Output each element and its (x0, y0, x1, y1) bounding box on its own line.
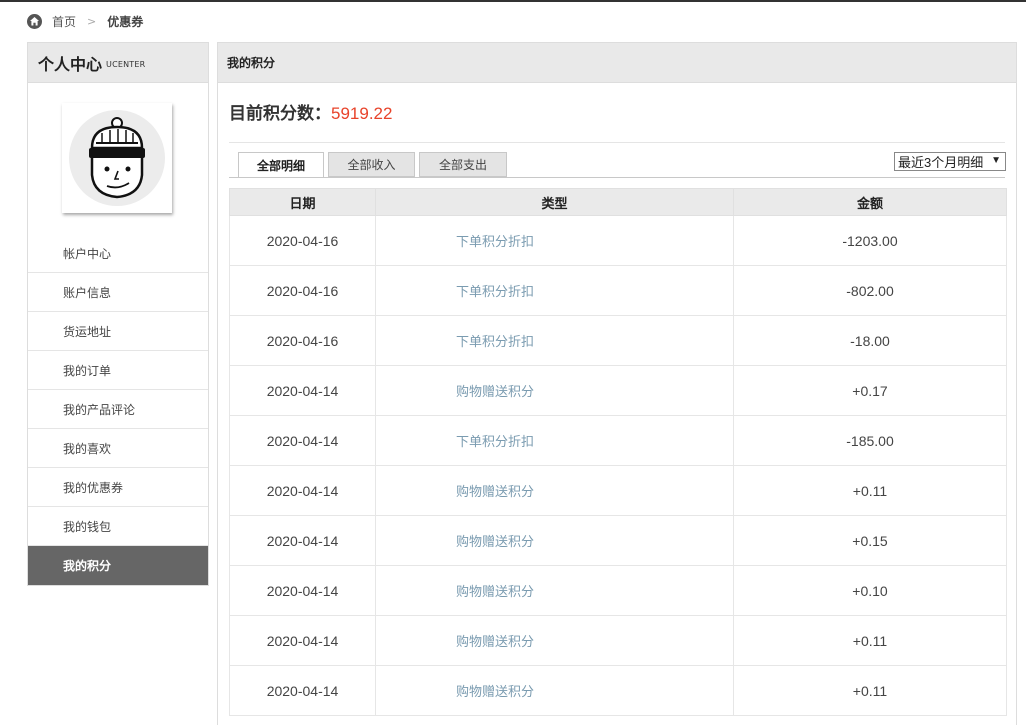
period-select-value: 最近3个月明细 (898, 155, 984, 170)
row-date: 2020-04-14 (229, 565, 376, 616)
row-date: 2020-04-14 (229, 415, 376, 466)
row-amount: -185.00 (733, 415, 1007, 466)
period-select[interactable]: 最近3个月明细 ▼ (894, 152, 1006, 171)
row-date: 2020-04-14 (229, 665, 376, 716)
row-type: 购物赠送积分 (375, 665, 734, 716)
points-summary: 目前积分数：5919.22 (229, 99, 392, 124)
sidebar-item-my-likes[interactable]: 我的喜欢 (28, 429, 208, 468)
row-date: 2020-04-14 (229, 365, 376, 416)
row-amount: +0.11 (733, 665, 1007, 716)
row-type: 购物赠送积分 (375, 465, 734, 516)
row-amount: -1203.00 (733, 215, 1007, 266)
sidebar-item-account-center[interactable]: 帐户中心 (28, 235, 208, 273)
row-amount: +0.10 (733, 565, 1007, 616)
row-type: 下单积分折扣 (375, 415, 734, 466)
table-row: 2020-04-16 下单积分折扣 -1203.00 (229, 215, 1007, 266)
row-date: 2020-04-16 (229, 215, 376, 266)
row-type: 下单积分折扣 (375, 315, 734, 366)
table-header-row: 日期 类型 金额 (229, 188, 1007, 216)
table-row: 2020-04-16 下单积分折扣 -802.00 (229, 265, 1007, 316)
table-row: 2020-04-14 购物赠送积分 +0.10 (229, 565, 1007, 616)
row-type: 下单积分折扣 (375, 265, 734, 316)
main-panel: 我的积分 目前积分数：5919.22 全部明细 全部收入 全部支出 最近3个月明… (217, 42, 1017, 725)
sidebar-title: 个人中心 (38, 54, 103, 74)
breadcrumb: 首页 > 优惠券 (27, 12, 143, 30)
table-body: 2020-04-16 下单积分折扣 -1203.00 2020-04-16 下单积分折扣… (229, 215, 1007, 716)
table-row: 2020-04-16 下单积分折扣 -18.00 (229, 315, 1007, 366)
row-amount: -802.00 (733, 265, 1007, 316)
row-amount: +0.17 (733, 365, 1007, 416)
row-date: 2020-04-14 (229, 615, 376, 666)
column-header-date: 日期 (229, 188, 376, 216)
sidebar-item-my-points[interactable]: 我的积分 (28, 546, 208, 585)
row-date: 2020-04-16 (229, 265, 376, 316)
avatar[interactable] (62, 103, 172, 213)
row-date: 2020-04-14 (229, 515, 376, 566)
points-label: 目前积分数： (229, 104, 331, 124)
sidebar-item-my-reviews[interactable]: 我的产品评论 (28, 390, 208, 429)
row-type: 购物赠送积分 (375, 515, 734, 566)
table-row: 2020-04-14 购物赠送积分 +0.11 (229, 615, 1007, 666)
row-type: 购物赠送积分 (375, 365, 734, 416)
row-amount: -18.00 (733, 315, 1007, 366)
row-type: 下单积分折扣 (375, 215, 734, 266)
main-header: 我的积分 (218, 43, 1016, 83)
sidebar: 个人中心 UCENTER 帐户中心 账户信息 货运地址 我的订单 我的产品评论 … (27, 42, 209, 586)
table-row: 2020-04-14 购物赠送积分 +0.11 (229, 665, 1007, 716)
table-row: 2020-04-14 下单积分折扣 -185.00 (229, 415, 1007, 466)
row-type: 购物赠送积分 (375, 615, 734, 666)
sidebar-header: 个人中心 UCENTER (28, 43, 208, 83)
row-date: 2020-04-16 (229, 315, 376, 366)
tab-all-expense[interactable]: 全部支出 (419, 152, 507, 177)
breadcrumb-home-link[interactable]: 首页 (52, 13, 76, 30)
sidebar-menu: 帐户中心 账户信息 货运地址 我的订单 我的产品评论 我的喜欢 我的优惠券 我的… (28, 235, 208, 585)
tab-all-income[interactable]: 全部收入 (328, 152, 415, 177)
row-amount: +0.11 (733, 465, 1007, 516)
sidebar-item-my-orders[interactable]: 我的订单 (28, 351, 208, 390)
row-date: 2020-04-14 (229, 465, 376, 516)
sidebar-subtitle: UCENTER (106, 60, 146, 69)
row-amount: +0.15 (733, 515, 1007, 566)
breadcrumb-separator: > (87, 14, 97, 28)
avatar-face-icon (69, 110, 165, 206)
sidebar-item-my-wallet[interactable]: 我的钱包 (28, 507, 208, 546)
caret-down-icon: ▼ (991, 155, 1001, 166)
home-icon[interactable] (27, 13, 42, 29)
tabs-underline (229, 177, 1005, 178)
tab-all-details[interactable]: 全部明细 (238, 152, 324, 178)
row-type: 购物赠送积分 (375, 565, 734, 616)
table-row: 2020-04-14 购物赠送积分 +0.11 (229, 465, 1007, 516)
sidebar-item-shipping-address[interactable]: 货运地址 (28, 312, 208, 351)
table-row: 2020-04-14 购物赠送积分 +0.15 (229, 515, 1007, 566)
points-table: 日期 类型 金额 2020-04-16 下单积分折扣 -1203.00 2020-04… (229, 188, 1007, 716)
points-value: 5919.22 (331, 104, 393, 123)
column-header-type: 类型 (375, 188, 734, 216)
column-header-amount: 金额 (733, 188, 1007, 216)
tab-bar: 全部明细 全部收入 全部支出 (238, 152, 511, 178)
sidebar-item-account-info[interactable]: 账户信息 (28, 273, 208, 312)
sidebar-item-my-coupons[interactable]: 我的优惠券 (28, 468, 208, 507)
breadcrumb-current: 优惠券 (107, 14, 144, 29)
row-amount: +0.11 (733, 615, 1007, 666)
top-border (0, 0, 1026, 2)
table-row: 2020-04-14 购物赠送积分 +0.17 (229, 365, 1007, 416)
divider (229, 142, 1005, 143)
